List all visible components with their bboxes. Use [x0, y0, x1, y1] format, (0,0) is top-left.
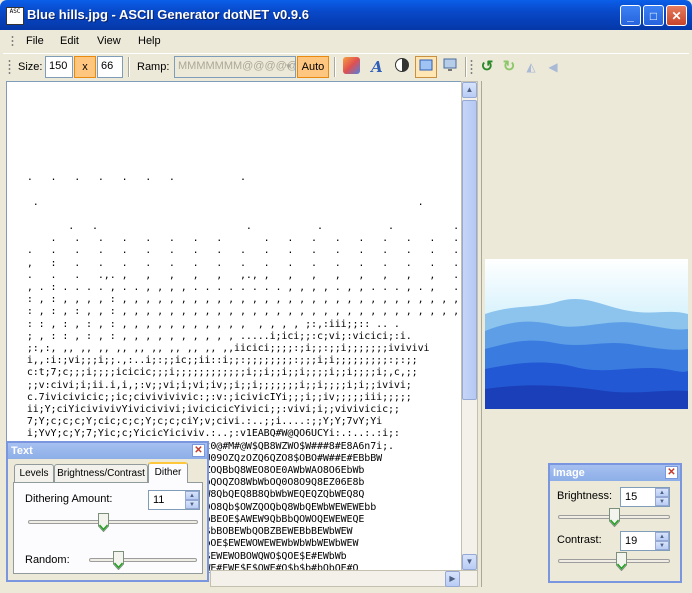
- image-panel-close-icon[interactable]: ✕: [665, 466, 678, 479]
- contrast-slider-track[interactable]: [558, 559, 670, 563]
- spin-up-icon[interactable]: ▲: [655, 488, 669, 497]
- random-slider-thumb[interactable]: [113, 551, 125, 570]
- spin-down-icon[interactable]: ▼: [185, 500, 199, 509]
- spin-down-icon[interactable]: ▼: [655, 497, 669, 506]
- font-icon[interactable]: A: [367, 57, 387, 77]
- title-bar[interactable]: ASC Blue hills.jpg - ASCII Generator dot…: [0, 0, 692, 30]
- gradient-icon[interactable]: [343, 57, 360, 74]
- menu-file[interactable]: File: [26, 35, 44, 47]
- width-input[interactable]: 150: [45, 56, 73, 78]
- scroll-down-icon[interactable]: ▼: [462, 554, 477, 570]
- ramp-dropdown-arrow-icon[interactable]: ▼: [282, 58, 295, 76]
- ramp-label: Ramp:: [137, 61, 170, 73]
- spin-down-icon[interactable]: ▼: [655, 541, 669, 550]
- display-icon[interactable]: [440, 57, 460, 77]
- contrast-value[interactable]: 19: [625, 535, 637, 547]
- toolbar-grip-icon[interactable]: [470, 59, 473, 76]
- spin-up-icon[interactable]: ▲: [655, 532, 669, 541]
- dithering-amount-value[interactable]: 11: [153, 494, 164, 506]
- text-settings-panel: Text ✕ Levels Brightness/Contrast Dither…: [6, 441, 209, 582]
- dithering-amount-spinner[interactable]: 11 ▲ ▼: [148, 490, 200, 510]
- image-settings-panel: Image ✕ Brightness: 15 ▲ ▼ Contrast: 19 ▲…: [548, 463, 682, 583]
- menu-edit[interactable]: Edit: [60, 35, 79, 47]
- text-panel-title[interactable]: Text: [8, 443, 207, 459]
- dithering-slider-track[interactable]: [28, 520, 198, 524]
- dithering-amount-label: Dithering Amount:: [25, 493, 113, 505]
- brightness-slider-thumb[interactable]: [608, 508, 620, 527]
- lock-ratio-toggle[interactable]: x: [74, 56, 96, 78]
- toolbar-separator: [465, 57, 467, 77]
- window-title: Blue hills.jpg - ASCII Generator dotNET …: [27, 7, 309, 22]
- horizontal-scrollbar[interactable]: ▶: [210, 570, 478, 587]
- vertical-scroll-thumb[interactable]: [462, 100, 477, 400]
- dithering-slider-thumb[interactable]: [97, 513, 109, 532]
- tab-brightness-contrast[interactable]: Brightness/Contrast: [54, 464, 148, 482]
- toolbar-separator: [334, 57, 336, 77]
- flip-horizontal-icon[interactable]: ◭: [521, 57, 541, 77]
- menu-grip-icon[interactable]: [11, 35, 14, 48]
- menu-bar: File Edit View Help: [3, 31, 689, 52]
- tab-dither[interactable]: Dither: [148, 462, 188, 483]
- contrast-label: Contrast:: [557, 534, 602, 546]
- menu-view[interactable]: View: [97, 35, 121, 47]
- text-panel-close-icon[interactable]: ✕: [192, 444, 205, 457]
- maximize-button[interactable]: □: [643, 5, 664, 26]
- rotate-left-icon[interactable]: ↺: [477, 57, 497, 77]
- flip-vertical-icon[interactable]: ◀: [543, 57, 563, 77]
- contrast-slider-thumb[interactable]: [615, 552, 627, 571]
- brightness-value[interactable]: 15: [625, 491, 637, 503]
- ramp-combobox[interactable]: MMMMMMM@@@@@: [174, 56, 296, 78]
- toolbar: Size: 150 x 66 Ramp: MMMMMMM@@@@@ ▼ Auto…: [3, 53, 689, 81]
- minimize-button[interactable]: _: [620, 5, 641, 26]
- app-logo-icon: ASC: [6, 7, 24, 25]
- main-window: ASC Blue hills.jpg - ASCII Generator dot…: [0, 0, 692, 593]
- scroll-up-icon[interactable]: ▲: [462, 82, 477, 98]
- image-panel-title[interactable]: Image: [550, 465, 680, 481]
- image-preview: [485, 259, 688, 409]
- invert-icon[interactable]: [392, 57, 412, 77]
- rotate-right-icon[interactable]: ↻: [499, 57, 519, 77]
- brightness-spinner[interactable]: 15 ▲ ▼: [620, 487, 670, 507]
- toolbar-grip-icon[interactable]: [8, 59, 11, 76]
- tab-levels[interactable]: Levels: [14, 464, 54, 482]
- vertical-scrollbar[interactable]: ▲ ▼: [461, 81, 478, 571]
- brightness-label: Brightness:: [557, 490, 613, 502]
- auto-ramp-toggle[interactable]: Auto: [297, 56, 329, 78]
- height-input[interactable]: 66: [97, 56, 123, 78]
- random-slider-track[interactable]: [89, 558, 197, 562]
- toolbar-separator: [128, 57, 130, 77]
- size-label: Size:: [18, 61, 43, 73]
- fit-icon[interactable]: [415, 56, 437, 78]
- close-button[interactable]: ✕: [666, 5, 687, 26]
- scroll-right-icon[interactable]: ▶: [445, 571, 460, 587]
- spin-up-icon[interactable]: ▲: [185, 491, 199, 500]
- dither-tab-body: Dithering Amount: 11 ▲ ▼ Random:: [13, 482, 203, 574]
- random-label: Random:: [25, 554, 70, 566]
- contrast-spinner[interactable]: 19 ▲ ▼: [620, 531, 670, 551]
- menu-help[interactable]: Help: [138, 35, 161, 47]
